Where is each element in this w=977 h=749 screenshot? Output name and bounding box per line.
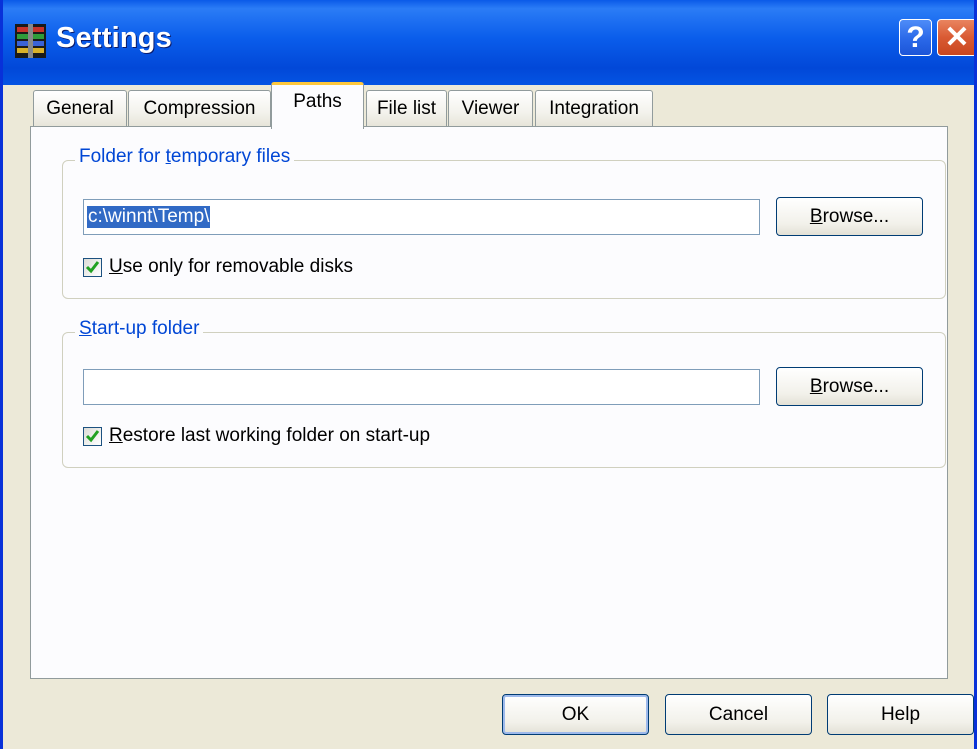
title-help-button[interactable]: ? [899, 19, 932, 56]
restore-folder-option[interactable]: Restore last working folder on start-up [83, 425, 430, 447]
cancel-label: Cancel [708, 703, 769, 725]
startup-folder-label: Start-up folder [75, 318, 204, 340]
tab-label: Compression [143, 98, 256, 119]
removable-disks-label: Use only for removable disks [109, 256, 353, 277]
question-icon: ? [906, 20, 925, 54]
help-label: Help [880, 703, 921, 725]
tab-file-list[interactable]: File list [366, 90, 447, 127]
app-icon [15, 24, 46, 58]
window-title: Settings [56, 22, 172, 54]
startup-folder-group: Start-up folder Browse... Restore last w… [62, 318, 946, 468]
browse-label: Browse... [809, 205, 890, 227]
settings-dialog: Settings ? ✕ General Compression Paths F… [0, 0, 977, 749]
tab-label: Integration [549, 98, 639, 119]
temp-folder-label: Folder for temporary files [75, 146, 295, 168]
restore-folder-checkbox[interactable] [83, 426, 102, 446]
tab-viewer[interactable]: Viewer [448, 90, 533, 127]
checkmark-icon [85, 261, 100, 274]
paths-tab-panel: Folder for temporary files c:\winnt\Temp… [30, 126, 948, 679]
tab-label: Paths [293, 91, 342, 112]
tab-label: File list [376, 98, 437, 119]
temp-folder-group: Folder for temporary files c:\winnt\Temp… [62, 146, 946, 299]
startup-folder-browse-button[interactable]: Browse... [776, 367, 923, 406]
removable-disks-checkbox[interactable] [83, 257, 102, 277]
restore-folder-label: Restore last working folder on start-up [109, 425, 431, 446]
title-close-button[interactable]: ✕ [937, 19, 974, 56]
ok-label: OK [561, 703, 590, 725]
ok-button[interactable]: OK [502, 694, 649, 735]
tab-compression[interactable]: Compression [128, 90, 271, 127]
tab-label: Viewer [461, 98, 520, 119]
tab-paths[interactable]: Paths [271, 82, 364, 129]
tab-integration[interactable]: Integration [535, 90, 653, 127]
temp-folder-path: c:\winnt\Temp\ [87, 206, 211, 228]
cancel-button[interactable]: Cancel [665, 694, 812, 735]
tab-label: General [46, 98, 114, 119]
removable-disks-option[interactable]: Use only for removable disks [83, 256, 353, 278]
checkmark-icon [85, 430, 100, 443]
close-icon: ✕ [944, 21, 970, 54]
browse-label: Browse... [809, 375, 890, 397]
startup-folder-input[interactable] [83, 369, 760, 405]
help-button[interactable]: Help [827, 694, 974, 735]
temp-folder-browse-button[interactable]: Browse... [776, 197, 923, 236]
temp-folder-input[interactable]: c:\winnt\Temp\ [83, 199, 760, 235]
title-bar[interactable]: Settings ? ✕ [3, 0, 974, 85]
tab-general[interactable]: General [33, 90, 127, 127]
